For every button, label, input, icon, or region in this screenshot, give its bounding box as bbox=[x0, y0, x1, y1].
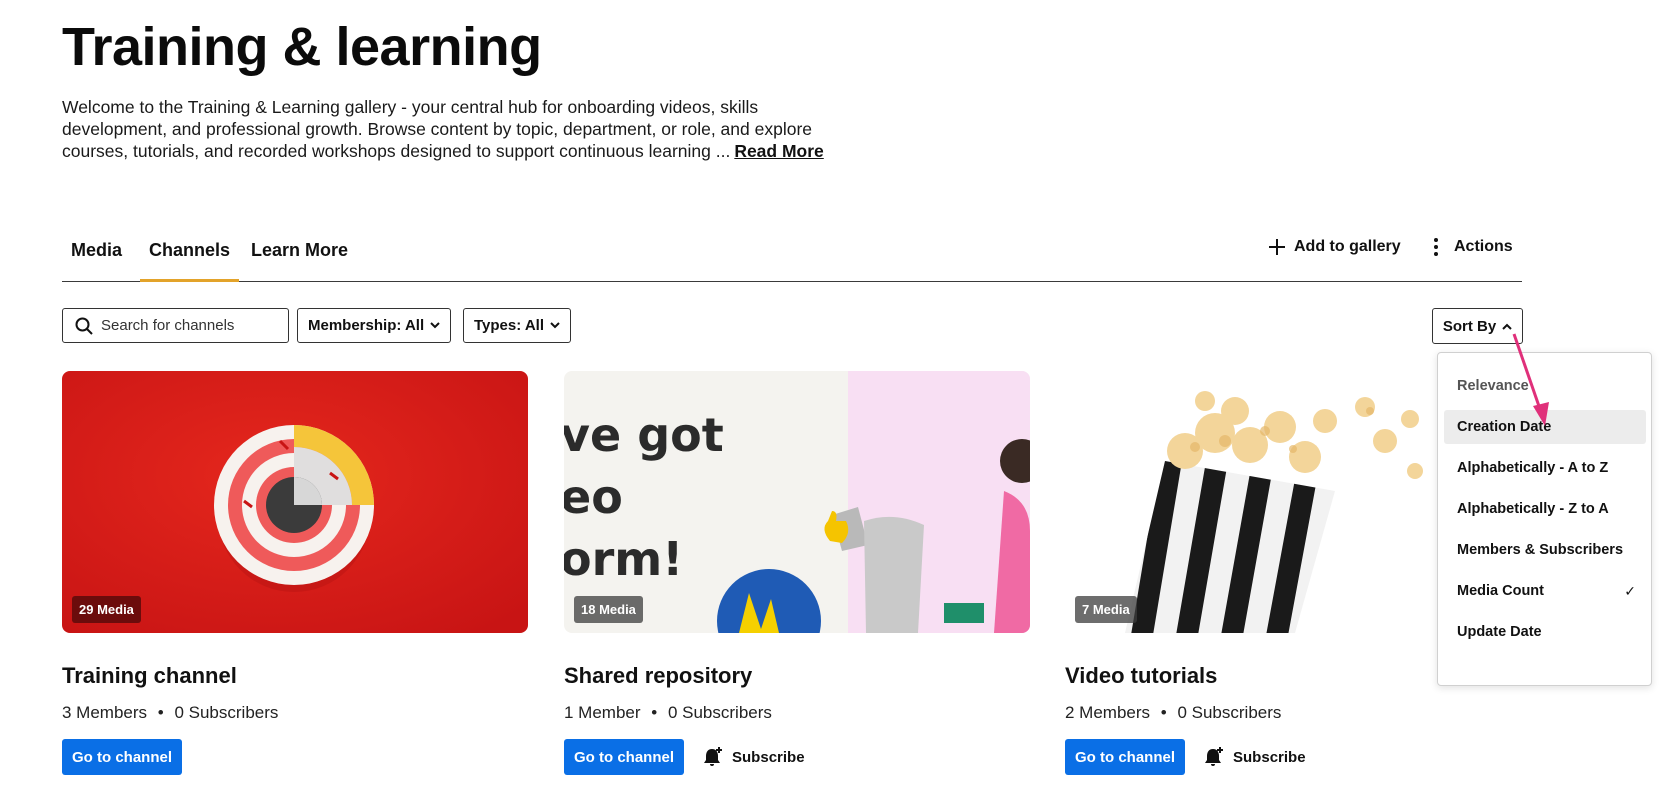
separator-dot: • bbox=[651, 703, 658, 722]
actions-label: Actions bbox=[1454, 238, 1513, 255]
chevron-down-icon bbox=[430, 322, 440, 329]
channel-thumbnail[interactable]: 29 Media bbox=[62, 371, 528, 633]
sort-option-members-subscribers[interactable]: Members & Subscribers bbox=[1444, 533, 1646, 567]
subscribe-button[interactable]: Subscribe bbox=[1203, 746, 1306, 768]
sort-option-relevance[interactable]: Relevance bbox=[1444, 369, 1646, 403]
types-filter-label: Types: All bbox=[474, 317, 545, 334]
members-count: 1 Member bbox=[564, 703, 641, 722]
bell-plus-icon bbox=[704, 747, 723, 766]
membership-filter-label: Membership: All bbox=[308, 317, 425, 334]
sort-by-button[interactable]: Sort By bbox=[1432, 308, 1523, 344]
sort-option-update-date[interactable]: Update Date bbox=[1444, 615, 1646, 649]
actions-button[interactable]: Actions bbox=[1434, 238, 1513, 256]
members-count: 2 Members bbox=[1065, 703, 1151, 722]
tab-learn-more[interactable]: Learn More bbox=[242, 240, 357, 282]
subscribers-count: 0 Subscribers bbox=[174, 703, 279, 722]
sort-option-creation-date[interactable]: Creation Date bbox=[1444, 410, 1646, 444]
more-vertical-icon bbox=[1434, 238, 1438, 256]
sort-by-label: Sort By bbox=[1442, 317, 1497, 335]
subscribers-count: 0 Subscribers bbox=[1177, 703, 1282, 722]
channel-stats: 1 Member • 0 Subscribers bbox=[564, 703, 1030, 723]
sort-menu: Relevance Creation Date Alphabetically -… bbox=[1437, 352, 1652, 686]
search-input[interactable] bbox=[101, 317, 271, 334]
read-more-link[interactable]: Read More bbox=[734, 141, 823, 161]
add-to-gallery-label: Add to gallery bbox=[1294, 238, 1401, 255]
subscribe-button[interactable]: Subscribe bbox=[702, 746, 805, 768]
promo-text-line: ve got bbox=[564, 408, 724, 462]
channel-thumbnail[interactable]: ve got eo orm! 18 Media bbox=[564, 371, 1030, 633]
page-title: Training & learning bbox=[62, 17, 542, 77]
subscribe-label: Subscribe bbox=[732, 748, 805, 766]
sort-option-label: Media Count bbox=[1457, 583, 1544, 599]
description-text: Welcome to the Training & Learning galle… bbox=[62, 97, 813, 161]
go-to-channel-button[interactable]: Go to channel bbox=[62, 739, 183, 775]
membership-filter[interactable]: Membership: All bbox=[297, 308, 452, 343]
separator-dot: • bbox=[157, 703, 164, 722]
checkmark-icon: ✓ bbox=[1624, 582, 1636, 599]
channel-card: ve got eo orm! 18 Media Shared repositor… bbox=[564, 371, 1030, 775]
promo-text-line: orm! bbox=[564, 532, 683, 586]
go-to-channel-button[interactable]: Go to channel bbox=[564, 739, 685, 775]
tab-channels[interactable]: Channels bbox=[140, 240, 240, 282]
search-icon bbox=[75, 317, 93, 335]
channel-stats: 3 Members • 0 Subscribers bbox=[62, 703, 528, 723]
go-to-channel-button[interactable]: Go to channel bbox=[1065, 739, 1186, 775]
media-count-badge: 29 Media bbox=[72, 596, 141, 623]
media-count-badge: 18 Media bbox=[574, 596, 643, 623]
bell-plus-icon bbox=[1205, 747, 1224, 766]
channel-title[interactable]: Training channel bbox=[62, 663, 528, 689]
tab-media[interactable]: Media bbox=[62, 240, 131, 282]
chevron-up-icon bbox=[1502, 323, 1512, 330]
channel-card: 29 Media Training channel 3 Members • 0 … bbox=[62, 371, 528, 775]
sort-option-a-to-z[interactable]: Alphabetically - A to Z bbox=[1444, 451, 1646, 485]
plus-icon bbox=[1269, 239, 1285, 255]
members-count: 3 Members bbox=[62, 703, 148, 722]
subscribe-label: Subscribe bbox=[1233, 748, 1306, 766]
channel-stats: 2 Members • 0 Subscribers bbox=[1065, 703, 1531, 723]
search-box[interactable] bbox=[62, 308, 289, 343]
sort-option-media-count[interactable]: Media Count ✓ bbox=[1444, 574, 1646, 608]
subscribers-count: 0 Subscribers bbox=[667, 703, 772, 722]
add-to-gallery-button[interactable]: Add to gallery bbox=[1268, 238, 1401, 256]
sort-option-z-to-a[interactable]: Alphabetically - Z to A bbox=[1444, 492, 1646, 526]
target-dartboard-image bbox=[62, 371, 528, 633]
video-platform-promo-image: ve got eo orm! bbox=[564, 371, 1030, 633]
separator-dot: • bbox=[1160, 703, 1167, 722]
promo-text-line: eo bbox=[564, 470, 623, 524]
channel-title[interactable]: Shared repository bbox=[564, 663, 1030, 689]
gallery-description: Welcome to the Training & Learning galle… bbox=[62, 96, 852, 162]
types-filter[interactable]: Types: All bbox=[463, 308, 572, 343]
chevron-down-icon bbox=[550, 322, 560, 329]
media-count-badge: 7 Media bbox=[1075, 596, 1137, 623]
